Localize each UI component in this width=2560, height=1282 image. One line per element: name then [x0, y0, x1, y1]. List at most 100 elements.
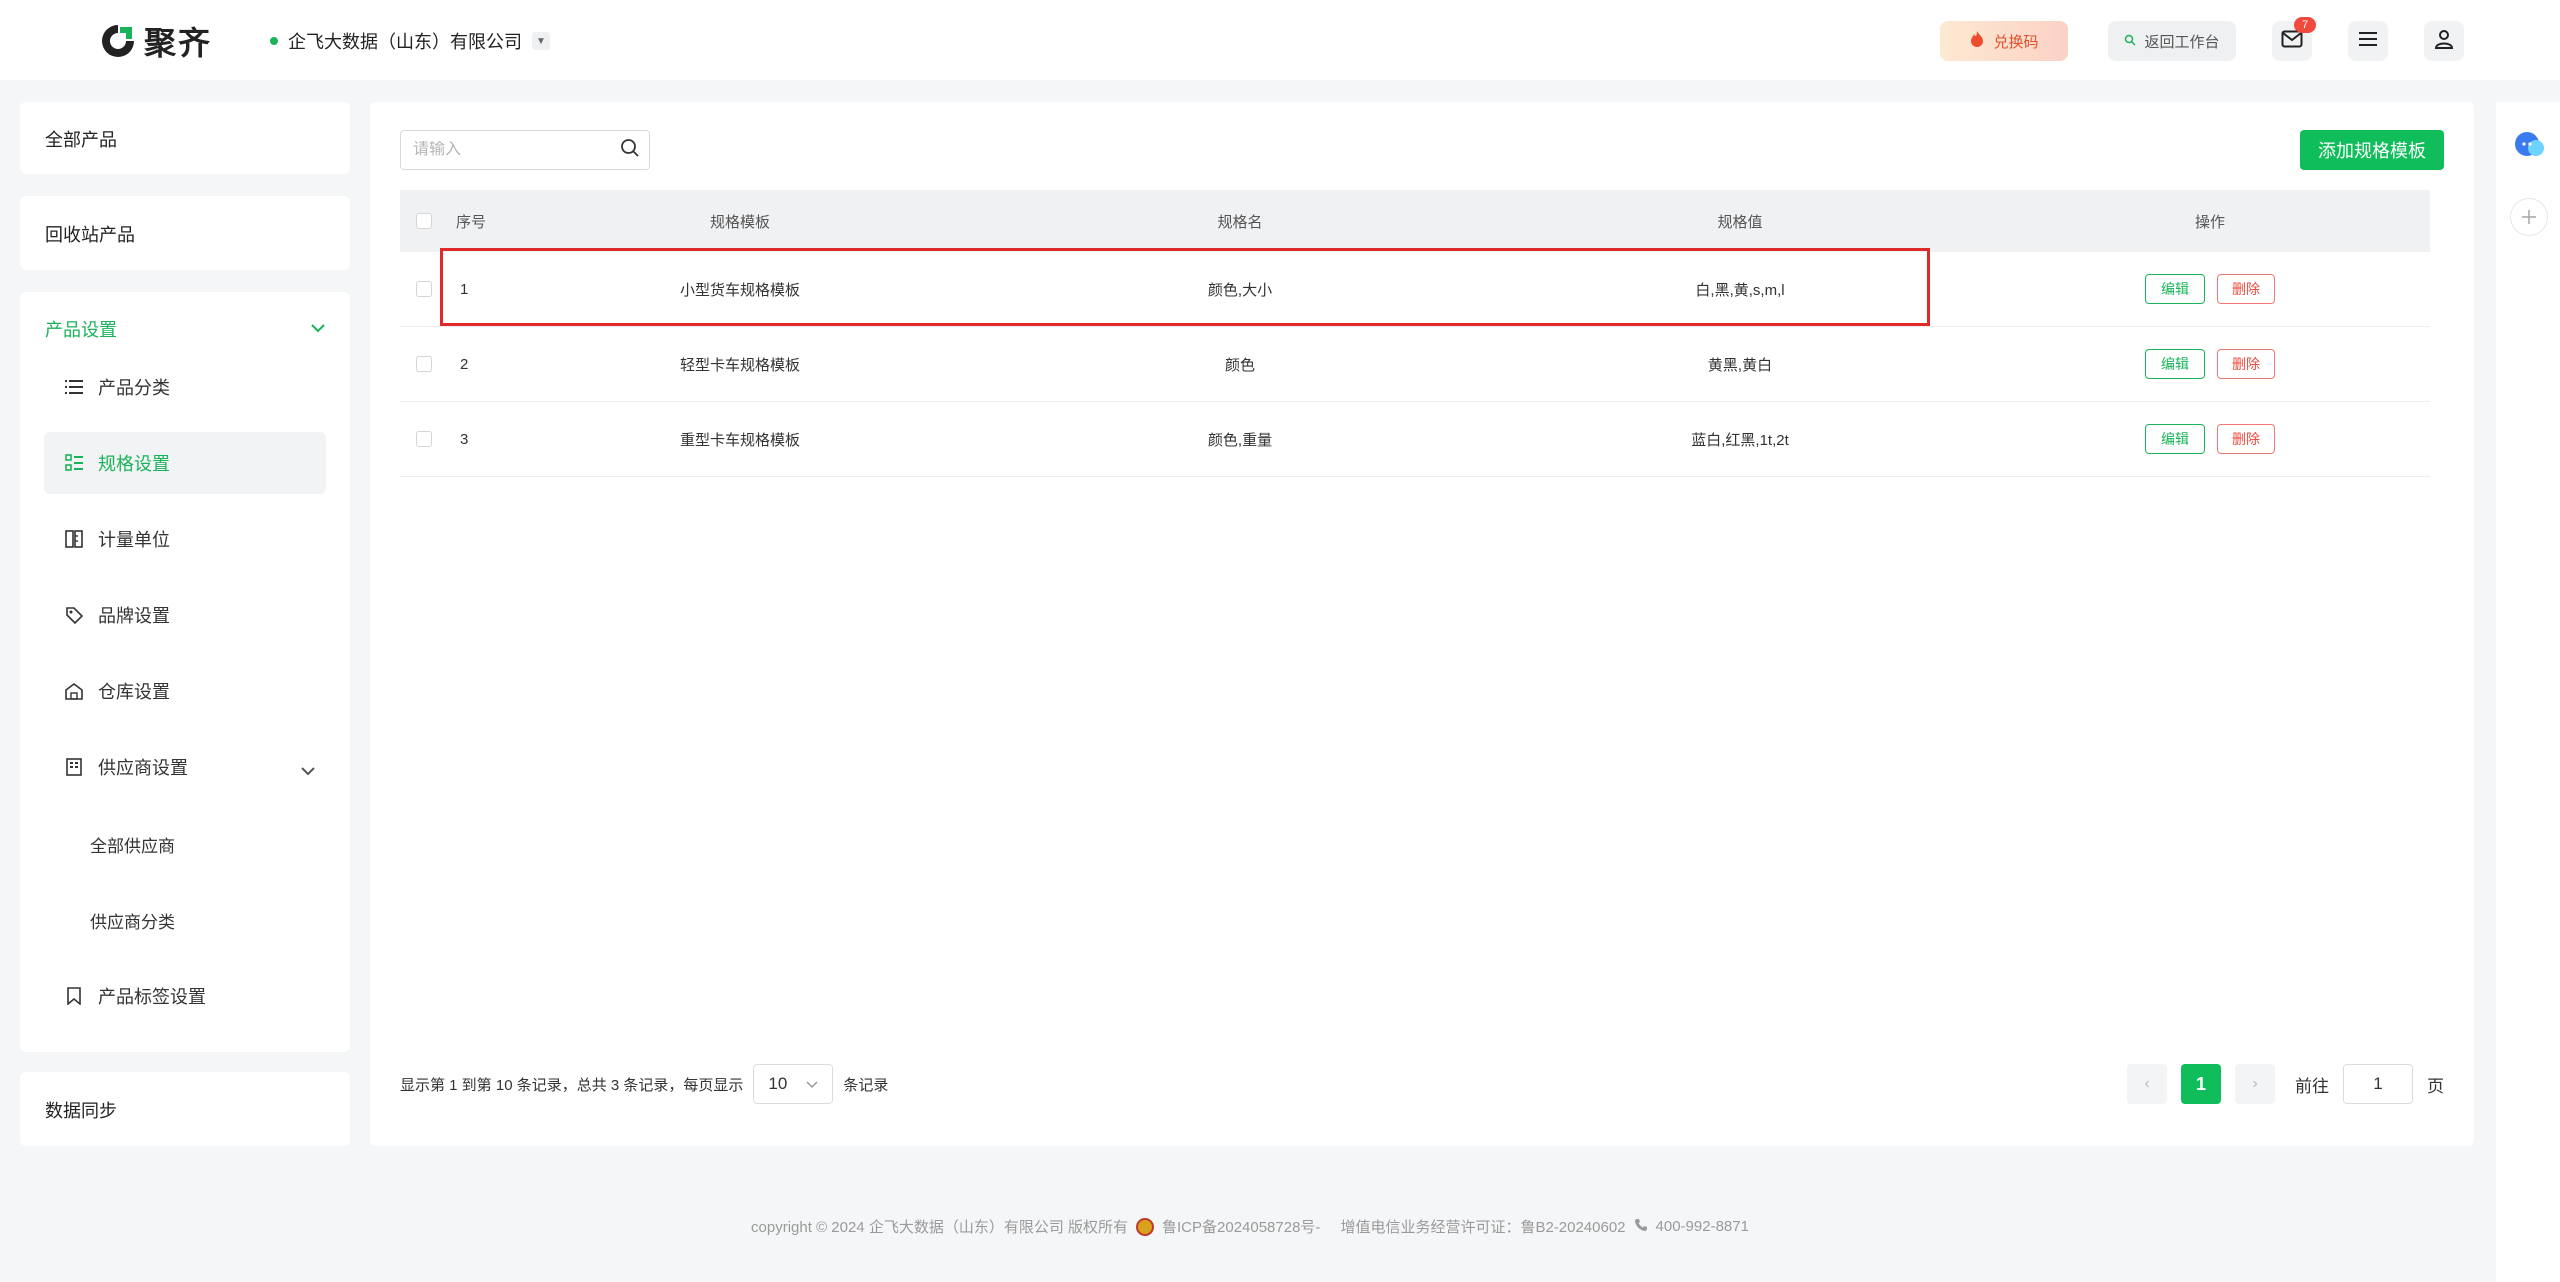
select-all-checkbox[interactable]: [416, 213, 432, 229]
row-index: 2: [460, 355, 469, 373]
header-ops: 操作: [2194, 213, 2225, 231]
main-panel: 添加规格模板 序号 规格模板 规格名 规格值 操作 1 小型货车规格模板 颜色,…: [370, 102, 2474, 1146]
row-checkbox[interactable]: [416, 281, 432, 297]
sidebar-item-warehouse[interactable]: 仓库设置: [44, 660, 326, 722]
sidebar-item-product-category[interactable]: 产品分类: [44, 356, 326, 418]
top-header: 聚齐 企飞大数据（山东）有限公司 ▼ 兑换码 返回工作台 7: [0, 0, 2560, 80]
footer-icp[interactable]: 鲁ICP备2024058728号-: [1162, 1216, 1320, 1237]
back-to-workbench-button[interactable]: 返回工作台: [2108, 21, 2236, 61]
mail-icon: [2281, 30, 2303, 53]
sidebar-item-label: 规格设置: [98, 454, 170, 474]
goto-page-input[interactable]: [2343, 1064, 2413, 1104]
pagination-summary: 显示第 1 到第 10 条记录，总共 3 条记录，每页显示 10 条记录: [400, 1064, 888, 1104]
search-box[interactable]: [400, 130, 650, 170]
row-spec-name: 颜色,大小: [1207, 281, 1273, 299]
row-index: 1: [460, 280, 469, 298]
sidebar-all-products-label: 全部产品: [45, 130, 117, 150]
header-template: 规格模板: [709, 213, 770, 231]
row-index: 3: [460, 430, 469, 448]
warehouse-icon: [64, 681, 84, 701]
sidebar-item-brand[interactable]: 品牌设置: [44, 584, 326, 646]
chevron-down-icon: [806, 1074, 818, 1094]
sidebar-product-settings-label[interactable]: 产品设置: [45, 316, 117, 342]
police-emblem-icon: [1136, 1217, 1154, 1236]
table-row: 1 小型货车规格模板 颜色,大小 白,黑,黄,s,m,l 编辑 删除: [400, 252, 2430, 327]
chat-assistant-icon[interactable]: [2510, 126, 2548, 164]
prev-page-button[interactable]: ‹: [2127, 1064, 2167, 1104]
header-name: 规格名: [1217, 213, 1263, 231]
footer: copyright © 2024 企飞大数据（山东）有限公司 版权所有 鲁ICP…: [0, 1216, 2500, 1237]
footer-license: 增值电信业务经营许可证：鲁B2-20240602: [1340, 1219, 1626, 1236]
page-size-select[interactable]: 10: [753, 1064, 834, 1104]
table-row: 3 重型卡车规格模板 颜色,重量 蓝白,红黑,1t,2t 编辑 删除: [400, 402, 2430, 477]
edit-button[interactable]: 编辑: [2145, 274, 2205, 304]
sidebar-item-label: 计量单位: [98, 530, 170, 550]
delete-button[interactable]: 删除: [2217, 424, 2275, 454]
pagination-summary-text: 显示第 1 到第 10 条记录，总共 3 条记录，每页显示: [400, 1076, 744, 1094]
hamburger-icon: [2358, 31, 2378, 52]
page-unit: 页: [2427, 1076, 2444, 1096]
sidebar-item-label: 产品分类: [98, 378, 170, 398]
row-template: 重型卡车规格模板: [679, 431, 800, 449]
ruler-icon: [64, 529, 84, 549]
logo-text: 聚齐: [144, 25, 213, 61]
row-spec-name: 颜色: [1224, 356, 1255, 374]
goto-label: 前往: [2295, 1076, 2329, 1096]
plus-icon[interactable]: [2510, 198, 2548, 236]
logo-icon: [98, 21, 138, 61]
logo[interactable]: 聚齐: [98, 18, 212, 64]
chevron-up-icon[interactable]: [310, 320, 326, 338]
sidebar-item-all-suppliers[interactable]: 全部供应商: [90, 832, 175, 857]
edit-button[interactable]: 编辑: [2145, 349, 2205, 379]
chevron-down-icon[interactable]: [300, 760, 316, 781]
sidebar-item-label: 产品标签设置: [98, 987, 206, 1007]
footer-copyright: copyright © 2024 企飞大数据（山东）有限公司 版权所有: [751, 1219, 1128, 1236]
tag-icon: [64, 605, 84, 625]
add-spec-template-button[interactable]: 添加规格模板: [2300, 130, 2444, 170]
delete-button[interactable]: 删除: [2217, 274, 2275, 304]
current-page[interactable]: 1: [2181, 1064, 2221, 1104]
row-spec-value: 黄黑,黄白: [1707, 356, 1773, 374]
edit-button[interactable]: 编辑: [2145, 424, 2205, 454]
user-button[interactable]: [2424, 21, 2464, 61]
search-icon: [2124, 33, 2137, 50]
sidebar-recycle-products-label: 回收站产品: [45, 225, 135, 245]
row-checkbox[interactable]: [416, 356, 432, 372]
sidebar-data-sync-label: 数据同步: [45, 1101, 117, 1121]
company-switcher[interactable]: 企飞大数据（山东）有限公司 ▼: [270, 28, 550, 54]
next-page-button[interactable]: ›: [2235, 1064, 2275, 1104]
sidebar-recycle-products[interactable]: 回收站产品: [20, 196, 350, 270]
sidebar-item-spec-settings[interactable]: 规格设置: [44, 432, 326, 494]
header-value: 规格值: [1717, 213, 1763, 231]
footer-phone: 400-992-8871: [1655, 1218, 1749, 1235]
row-checkbox[interactable]: [416, 431, 432, 447]
right-toolbar: [2496, 102, 2560, 1282]
header-index: 序号: [456, 213, 487, 231]
row-template: 轻型卡车规格模板: [679, 356, 800, 374]
mail-button[interactable]: 7: [2272, 17, 2316, 61]
list-icon: [64, 377, 84, 397]
sidebar-item-label: 供应商设置: [98, 758, 188, 778]
redeem-code-button[interactable]: 兑换码: [1940, 21, 2068, 61]
sidebar-item-supplier-category[interactable]: 供应商分类: [90, 908, 175, 933]
spec-list-icon: [64, 453, 84, 473]
chevron-down-icon[interactable]: ▼: [532, 32, 550, 50]
search-icon[interactable]: [620, 138, 640, 163]
row-spec-name: 颜色,重量: [1207, 431, 1273, 449]
sidebar-item-unit[interactable]: 计量单位: [44, 508, 326, 570]
mail-badge: 7: [2294, 17, 2316, 33]
search-input[interactable]: [413, 141, 620, 159]
delete-button[interactable]: 删除: [2217, 349, 2275, 379]
sidebar-item-product-tags[interactable]: 产品标签设置: [44, 965, 326, 1027]
row-spec-value: 白,黑,黄,s,m,l: [1695, 281, 1785, 299]
status-dot: [270, 37, 278, 45]
menu-button[interactable]: [2348, 21, 2388, 61]
pagination-suffix: 条记录: [843, 1076, 889, 1094]
spec-template-table: 序号 规格模板 规格名 规格值 操作 1 小型货车规格模板 颜色,大小 白,黑,…: [400, 190, 2430, 477]
pagination-controls: ‹ 1 › 前往 页: [2127, 1064, 2444, 1104]
sidebar-all-products[interactable]: 全部产品: [20, 102, 350, 174]
company-name: 企飞大数据（山东）有限公司: [288, 32, 522, 52]
sidebar-item-supplier[interactable]: 供应商设置: [44, 736, 326, 798]
sidebar-data-sync[interactable]: 数据同步: [20, 1072, 350, 1146]
table-row: 2 轻型卡车规格模板 颜色 黄黑,黄白 编辑 删除: [400, 327, 2430, 402]
